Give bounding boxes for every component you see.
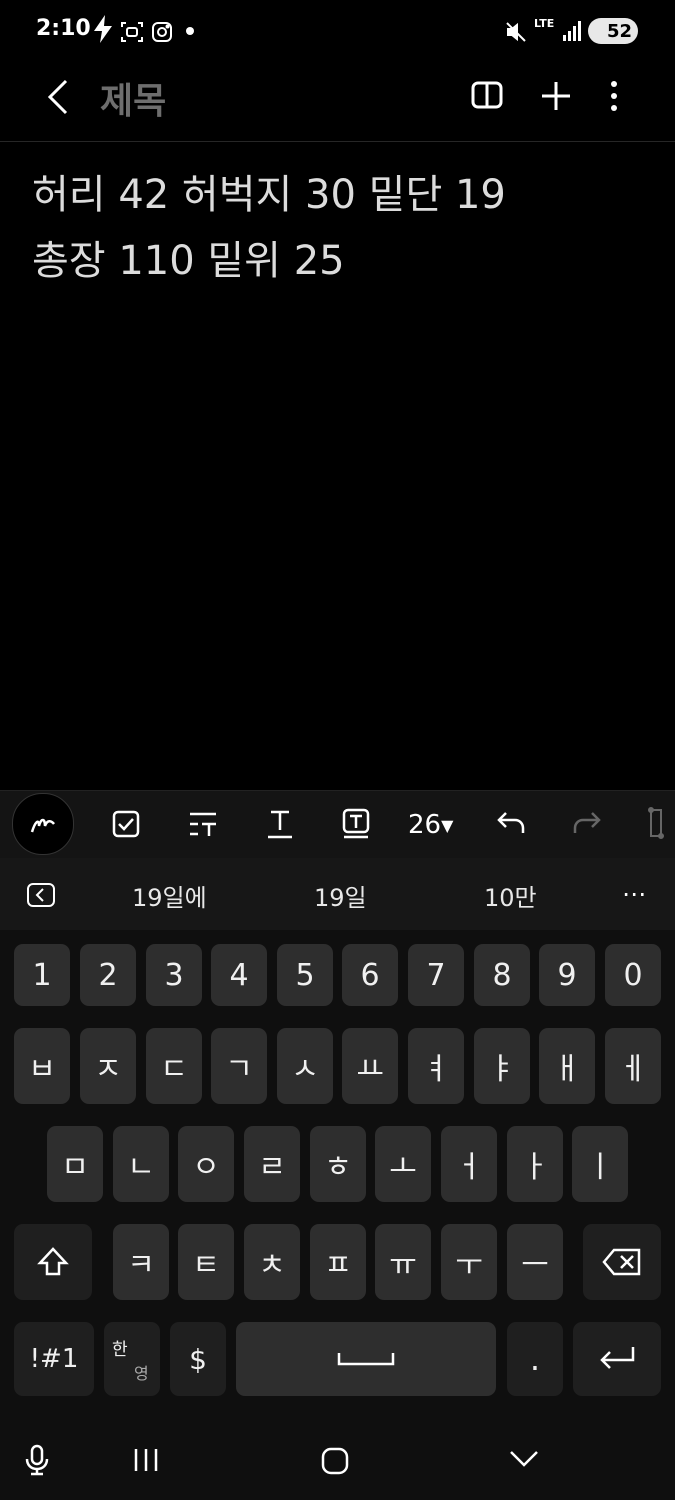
battery-level: 52 bbox=[606, 20, 632, 42]
signal-icon bbox=[562, 20, 582, 46]
caret-down-icon: ▼ bbox=[441, 816, 454, 835]
suggestion-item[interactable]: 19일에 bbox=[132, 878, 207, 913]
symbols-key[interactable]: !#1 bbox=[14, 1322, 94, 1396]
key-4[interactable]: 4 bbox=[211, 944, 267, 1006]
key-eo[interactable]: ㅓ bbox=[441, 1126, 497, 1202]
paragraph-style-icon[interactable] bbox=[188, 810, 218, 842]
key-n[interactable]: ㄴ bbox=[113, 1126, 169, 1202]
key-1[interactable]: 1 bbox=[14, 944, 70, 1006]
key-b[interactable]: ㅂ bbox=[14, 1028, 70, 1104]
mute-icon bbox=[504, 20, 528, 48]
enter-icon bbox=[600, 1347, 635, 1369]
language-current: 한 bbox=[112, 1339, 128, 1360]
checkbox-icon[interactable] bbox=[112, 810, 140, 842]
notification-dot-icon bbox=[186, 27, 194, 35]
key-ya[interactable]: ㅑ bbox=[474, 1028, 530, 1104]
undo-icon[interactable] bbox=[496, 810, 526, 840]
hide-keyboard-icon[interactable] bbox=[508, 1448, 540, 1474]
network-type: LTE bbox=[534, 17, 555, 30]
language-other: 영 bbox=[134, 1363, 149, 1383]
key-o[interactable]: ㅗ bbox=[375, 1126, 431, 1202]
suggestion-item[interactable]: 10만 bbox=[484, 878, 537, 913]
key-j[interactable]: ㅈ bbox=[80, 1028, 136, 1104]
backspace-key[interactable] bbox=[583, 1224, 661, 1300]
note-title[interactable]: 제목 bbox=[100, 72, 166, 124]
key-8[interactable]: 8 bbox=[474, 944, 530, 1006]
battery-indicator: 52 bbox=[588, 18, 638, 44]
microphone-icon[interactable] bbox=[24, 1444, 50, 1480]
space-icon bbox=[337, 1353, 395, 1366]
key-yu[interactable]: ㅠ bbox=[375, 1224, 431, 1300]
collapse-suggestions-icon[interactable] bbox=[26, 882, 56, 912]
note-line: 총장 110 밑위 25 bbox=[32, 238, 345, 284]
home-icon[interactable] bbox=[320, 1446, 350, 1480]
key-t[interactable]: ㅌ bbox=[178, 1224, 234, 1300]
more-options-icon[interactable] bbox=[608, 80, 620, 116]
add-icon[interactable] bbox=[540, 80, 572, 116]
suggestion-item[interactable]: 19일 bbox=[314, 878, 367, 913]
key-3[interactable]: 3 bbox=[146, 944, 202, 1006]
key-6[interactable]: 6 bbox=[342, 944, 398, 1006]
shift-icon bbox=[37, 1247, 69, 1276]
back-icon[interactable] bbox=[44, 78, 72, 120]
enter-key[interactable] bbox=[573, 1322, 661, 1396]
screenshot-icon bbox=[120, 20, 144, 48]
key-k[interactable]: ㅋ bbox=[113, 1224, 169, 1300]
pen-icon bbox=[30, 818, 55, 833]
key-0[interactable]: 0 bbox=[605, 944, 661, 1006]
space-key[interactable] bbox=[236, 1322, 496, 1396]
key-yo[interactable]: ㅛ bbox=[342, 1028, 398, 1104]
note-line: 허리 42 허벅지 30 밑단 19 bbox=[32, 172, 506, 218]
status-time: 2:10 bbox=[36, 16, 91, 41]
text-style-icon[interactable] bbox=[266, 808, 294, 844]
reading-mode-icon[interactable] bbox=[470, 80, 504, 114]
key-e[interactable]: ㅔ bbox=[605, 1028, 661, 1104]
charging-icon bbox=[92, 14, 114, 50]
divider bbox=[0, 141, 675, 142]
key-yeo[interactable]: ㅕ bbox=[408, 1028, 464, 1104]
key-r[interactable]: ㄹ bbox=[244, 1126, 300, 1202]
more-suggestions-icon[interactable]: ⋯ bbox=[622, 880, 646, 908]
note-body[interactable]: 허리 42 허벅지 30 밑단 19 총장 110 밑위 25 bbox=[32, 162, 652, 294]
key-9[interactable]: 9 bbox=[539, 944, 595, 1006]
font-size-selector[interactable]: 26▼ bbox=[408, 810, 453, 840]
instagram-icon bbox=[150, 20, 174, 48]
recent-apps-icon[interactable] bbox=[132, 1446, 160, 1478]
font-size-value: 26 bbox=[408, 810, 442, 840]
backspace-icon bbox=[602, 1248, 641, 1276]
text-box-icon[interactable] bbox=[342, 808, 370, 844]
key-i[interactable]: ㅣ bbox=[572, 1126, 628, 1202]
key-2[interactable]: 2 bbox=[80, 944, 136, 1006]
key-5[interactable]: 5 bbox=[277, 944, 333, 1006]
key-s[interactable]: ㅅ bbox=[277, 1028, 333, 1104]
key-ae[interactable]: ㅐ bbox=[539, 1028, 595, 1104]
shift-key[interactable] bbox=[14, 1224, 92, 1300]
key-a[interactable]: ㅏ bbox=[507, 1126, 563, 1202]
key-m[interactable]: ㅁ bbox=[47, 1126, 103, 1202]
key-ch[interactable]: ㅊ bbox=[244, 1224, 300, 1300]
handwriting-button[interactable] bbox=[12, 793, 74, 855]
period-key[interactable]: . bbox=[507, 1322, 563, 1396]
language-key[interactable]: 한 영 bbox=[104, 1322, 160, 1396]
currency-key[interactable]: $ bbox=[170, 1322, 226, 1396]
redo-icon[interactable] bbox=[572, 810, 602, 840]
key-u[interactable]: ㅜ bbox=[441, 1224, 497, 1300]
key-h[interactable]: ㅎ bbox=[310, 1126, 366, 1202]
key-ng[interactable]: ㅇ bbox=[178, 1126, 234, 1202]
text-fit-icon[interactable] bbox=[648, 806, 664, 844]
key-d[interactable]: ㄷ bbox=[146, 1028, 202, 1104]
key-eu[interactable]: ㅡ bbox=[507, 1224, 563, 1300]
key-g[interactable]: ㄱ bbox=[211, 1028, 267, 1104]
key-7[interactable]: 7 bbox=[408, 944, 464, 1006]
key-p[interactable]: ㅍ bbox=[310, 1224, 366, 1300]
